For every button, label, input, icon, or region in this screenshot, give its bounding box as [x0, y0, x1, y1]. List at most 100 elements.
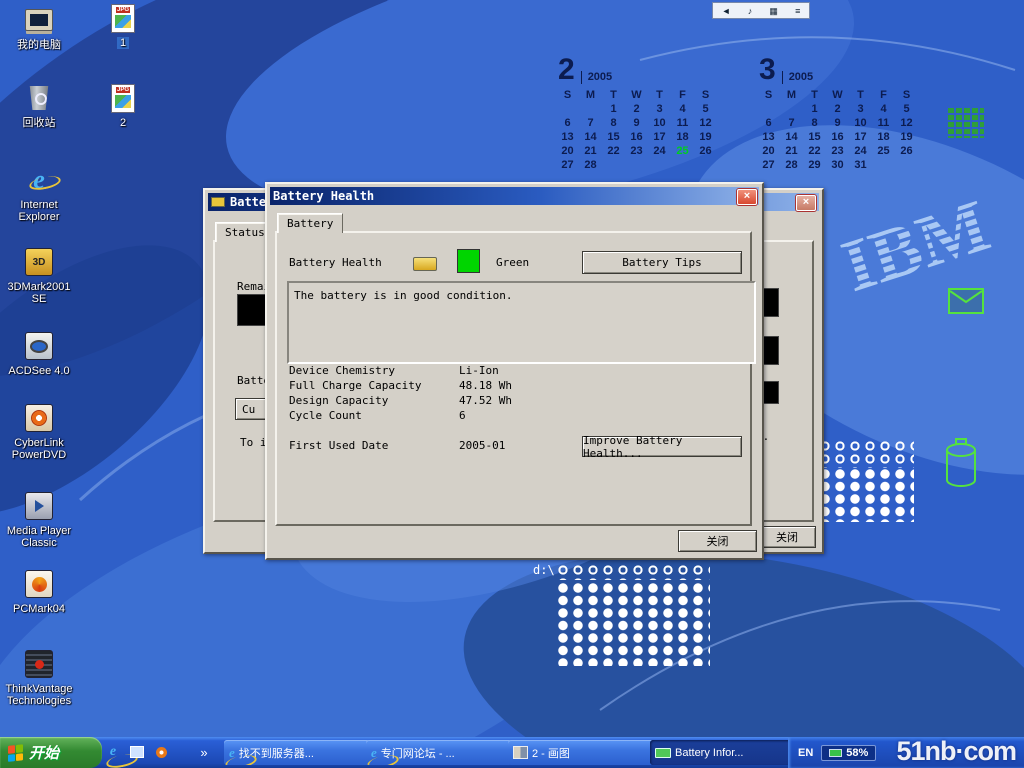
- calendar-day: [757, 102, 780, 116]
- calendar-days: 1234567891011121314151617181920212223242…: [556, 102, 721, 172]
- calendar-day: 4: [872, 102, 895, 116]
- calendar-day: 25: [872, 144, 895, 158]
- desktop-icon-my-computer[interactable]: 我的电脑: [4, 4, 74, 51]
- green-grid-icon: [948, 108, 984, 138]
- battery-health-titlebar[interactable]: Battery Health: [270, 187, 759, 205]
- improve-battery-health-button[interactable]: Improve Battery Health...: [582, 436, 742, 457]
- taskbar-task-paint[interactable]: 2 - 画图: [508, 740, 654, 765]
- taskbar-task-ie-1[interactable]: e 找不到服务器...: [224, 740, 370, 765]
- calendar-day: 9: [625, 116, 648, 130]
- calendar-day-header: S: [556, 88, 579, 102]
- quicklaunch-show-desktop-icon[interactable]: [128, 743, 146, 761]
- desktop-icon-internet-explorer[interactable]: e Internet Explorer: [4, 164, 74, 223]
- calendar-day: 6: [757, 116, 780, 130]
- calendar-day: 13: [556, 130, 579, 144]
- health-status-swatch: [457, 249, 480, 273]
- calendar-day-header: M: [780, 88, 803, 102]
- quicklaunch-media-player-icon[interactable]: [152, 743, 170, 761]
- close-button[interactable]: 关闭: [678, 530, 757, 552]
- volume-osd-toolbar: ◄ ♪ ▦ ≡: [712, 2, 810, 19]
- desktop-icon-jpg-1[interactable]: JPG 1: [88, 2, 158, 49]
- calendar-day-header: F: [872, 88, 895, 102]
- drive-label: d:\: [533, 563, 555, 577]
- calendar-day: [895, 158, 918, 172]
- desktop-icon-mpc[interactable]: Media Player Classic: [4, 490, 74, 549]
- calendar-day: 23: [826, 144, 849, 158]
- close-icon[interactable]: ×: [737, 189, 757, 205]
- calendar-day: 24: [849, 144, 872, 158]
- health-label: Battery Health: [289, 256, 382, 269]
- quicklaunch-ie-icon[interactable]: e: [104, 743, 122, 761]
- start-button[interactable]: 开始: [0, 737, 102, 768]
- calendar-day: 20: [556, 144, 579, 158]
- calendar-day-headers: SMTWTFS: [757, 88, 922, 102]
- calendar-day: 27: [556, 158, 579, 172]
- calendar-day-header: W: [625, 88, 648, 102]
- jpg-file-icon: JPG: [111, 84, 135, 113]
- calendar-day: 17: [648, 130, 671, 144]
- desktop-icon-thinkvantage[interactable]: ThinkVantage Technologies: [4, 648, 74, 707]
- calendar-day: 14: [579, 130, 602, 144]
- calendar-day-header: T: [849, 88, 872, 102]
- calendar-day: 7: [579, 116, 602, 130]
- quicklaunch-chevron-icon[interactable]: »: [198, 743, 210, 761]
- close-icon[interactable]: ×: [796, 195, 816, 211]
- field-label: Cycle Count: [289, 409, 362, 422]
- icon-label: 回收站: [23, 117, 56, 129]
- calendar-day: 12: [694, 116, 717, 130]
- battery-tips-button[interactable]: Battery Tips: [582, 251, 742, 274]
- calendar-day-headers: SMTWTFS: [556, 88, 721, 102]
- calendar-day: 28: [579, 158, 602, 172]
- calendar-day: 8: [602, 116, 625, 130]
- desktop-icon-acdsee[interactable]: ACDSee 4.0: [4, 330, 74, 377]
- condition-textbox[interactable]: The battery is in good condition.: [287, 281, 756, 364]
- windows-flag-icon: [8, 744, 24, 762]
- desktop-icon-3dmark2001[interactable]: 3D 3DMark2001 SE: [4, 246, 74, 305]
- jpg-badge: JPG: [116, 7, 130, 13]
- calendar-day: 5: [694, 102, 717, 116]
- taskbar-task-ie-2[interactable]: e 专门网论坛 - ...: [366, 740, 512, 765]
- ie-icon: e: [371, 746, 377, 759]
- calendar-day: 17: [849, 130, 872, 144]
- desktop-icon-recycle-bin[interactable]: 回收站: [4, 82, 74, 129]
- start-label: 开始: [29, 742, 59, 763]
- calendar-day: 18: [671, 130, 694, 144]
- calendar-day-header: M: [579, 88, 602, 102]
- field-label: Design Capacity: [289, 394, 388, 407]
- calendar-month-number: 2: [558, 56, 575, 84]
- calendar-day: 25: [671, 144, 694, 158]
- calendar-day: 26: [895, 144, 918, 158]
- field-value: 47.52 Wh: [459, 394, 512, 407]
- battery-small-icon: [413, 257, 437, 271]
- taskbar-task-battery-information[interactable]: Battery Infor...: [650, 740, 796, 765]
- calendar-day: 22: [803, 144, 826, 158]
- calendar-day: 16: [826, 130, 849, 144]
- calendar-day-header: F: [671, 88, 694, 102]
- input-language-indicator[interactable]: EN: [798, 747, 813, 759]
- tab-battery[interactable]: Battery: [277, 213, 343, 233]
- calendar-day: 8: [803, 116, 826, 130]
- icon-label: ThinkVantage Technologies: [4, 683, 74, 707]
- calendar-day-header: T: [803, 88, 826, 102]
- menu-icon: ≡: [795, 6, 800, 16]
- desktop-icon-pcmark04[interactable]: PCMark04: [4, 568, 74, 615]
- calendar-day: 6: [556, 116, 579, 130]
- calendar-day: 22: [602, 144, 625, 158]
- calendar-february: 2 2005 SMTWTFS 1234567891011121314151617…: [556, 54, 721, 172]
- calendar-day: 2: [826, 102, 849, 116]
- battery-percent: 58%: [846, 747, 868, 759]
- calendar-day: 10: [648, 116, 671, 130]
- calendar-day: 10: [849, 116, 872, 130]
- close-button[interactable]: 关闭: [758, 526, 816, 548]
- desktop-icon-powerdvd[interactable]: CyberLink PowerDVD: [4, 402, 74, 461]
- calendar-march: 3 2005 SMTWTFS 1234567891011121314151617…: [757, 54, 922, 172]
- calendar-day: 23: [625, 144, 648, 158]
- ie-icon: e: [229, 746, 235, 759]
- tray-battery-indicator[interactable]: 58%: [821, 745, 876, 761]
- calendar-day-header: T: [648, 88, 671, 102]
- calendar-day-header: S: [694, 88, 717, 102]
- field-value: 48.18 Wh: [459, 379, 512, 392]
- calendar-day: 18: [872, 130, 895, 144]
- calendar-day: [602, 158, 625, 172]
- desktop-icon-jpg-2[interactable]: JPG 2: [88, 82, 158, 129]
